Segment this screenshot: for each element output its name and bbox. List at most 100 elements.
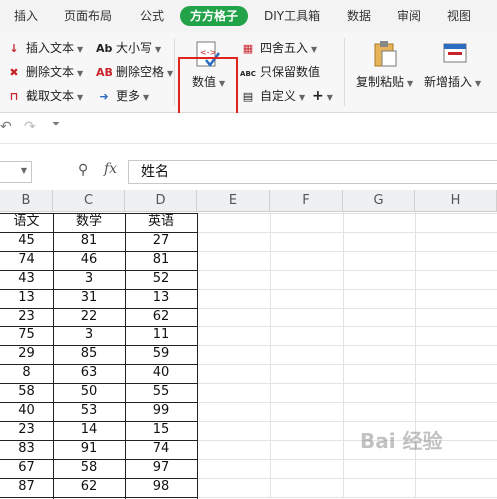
delete-space-button[interactable]: AB 删除空格 ▼: [96, 62, 173, 82]
copy-paste-button[interactable]: 复制粘贴 ▼: [352, 38, 414, 96]
delete-text-button[interactable]: ✖ 删除文本 ▼: [6, 62, 83, 82]
insert-text-icon: ↓: [9, 42, 19, 55]
new-insert-label-wrap: 新增插入 ▼: [424, 72, 481, 92]
copy-paste-label: 复制粘贴: [356, 75, 405, 89]
gridline: [197, 364, 497, 366]
menu-view[interactable]: 视图: [447, 6, 471, 26]
table-cell[interactable]: 23: [0, 308, 53, 326]
table-cell[interactable]: 74: [125, 440, 197, 458]
column-header-b[interactable]: B: [0, 190, 53, 212]
table-cell[interactable]: 55: [125, 383, 197, 401]
round-button[interactable]: ▦ 四舍五入 ▼: [240, 38, 317, 58]
chevron-down-icon: ▼: [77, 45, 84, 54]
table-cell[interactable]: 83: [0, 440, 53, 458]
custom-button[interactable]: ▤ 自定义 ▼: [240, 86, 305, 106]
customize-icon[interactable]: ⏷: [52, 119, 60, 130]
chevron-down-icon: ▼: [20, 166, 27, 175]
more-label: 更多: [116, 89, 141, 103]
table-cell[interactable]: 75: [0, 326, 53, 344]
table-cell[interactable]: 74: [0, 251, 53, 269]
table-cell[interactable]: 58: [0, 383, 53, 401]
table-cell[interactable]: 53: [53, 402, 125, 420]
chevron-down-icon: ▼: [167, 69, 174, 78]
more-button[interactable]: ➜ 更多 ▼: [96, 86, 149, 106]
column-header-h[interactable]: H: [415, 190, 497, 212]
table-cell[interactable]: 62: [125, 308, 197, 326]
column-header-f[interactable]: F: [270, 190, 343, 212]
table-header-cell[interactable]: 语文: [0, 213, 53, 231]
table-cell[interactable]: 43: [0, 270, 53, 288]
table-cell[interactable]: 22: [53, 308, 125, 326]
table-border: [197, 213, 198, 499]
name-box[interactable]: ▼: [0, 161, 32, 183]
table-cell[interactable]: 3: [53, 326, 125, 344]
table-cell[interactable]: 91: [53, 440, 125, 458]
new-insert-label: 新增插入: [424, 75, 473, 89]
table-cell[interactable]: 98: [125, 478, 197, 496]
insert-text-button[interactable]: ↓ 插入文本 ▼: [6, 38, 83, 58]
fx-label[interactable]: fx: [104, 161, 117, 177]
keep-numeric-icon: ABC: [240, 70, 256, 78]
table-cell[interactable]: 67: [0, 459, 53, 477]
table-cell[interactable]: 13: [0, 289, 53, 307]
table-cell[interactable]: 81: [125, 251, 197, 269]
keep-numeric-button[interactable]: ABC 只保留数值: [240, 62, 320, 82]
menu-review[interactable]: 审阅: [397, 6, 421, 26]
table-cell[interactable]: 58: [53, 459, 125, 477]
table-cell[interactable]: 59: [125, 345, 197, 363]
case-button[interactable]: Ab 大小写 ▼: [96, 38, 161, 58]
column-header-e[interactable]: E: [197, 190, 270, 212]
table-cell[interactable]: 31: [53, 289, 125, 307]
table-header-cell[interactable]: 英语: [125, 213, 197, 231]
menu-insert[interactable]: 插入: [14, 6, 38, 26]
extract-text-button[interactable]: ⊓ 截取文本 ▼: [6, 86, 84, 106]
table-cell[interactable]: 99: [125, 402, 197, 420]
menu-formula[interactable]: 公式: [140, 6, 164, 26]
redo-icon[interactable]: ↷: [24, 119, 36, 135]
column-header-g[interactable]: G: [343, 190, 415, 212]
delete-text-label: 删除文本: [26, 65, 75, 79]
chevron-down-icon: ▼: [143, 93, 150, 102]
table-cell[interactable]: 46: [53, 251, 125, 269]
table-cell[interactable]: 23: [0, 421, 53, 439]
menu-page-layout[interactable]: 页面布局: [64, 6, 112, 26]
table-cell[interactable]: 3: [53, 270, 125, 288]
table-cell[interactable]: 45: [0, 232, 53, 250]
gridline: [197, 383, 497, 385]
column-header-d[interactable]: D: [125, 190, 197, 212]
table-cell[interactable]: 40: [0, 402, 53, 420]
new-insert-button[interactable]: 新增插入 ▼: [422, 38, 490, 96]
table-cell[interactable]: 62: [53, 478, 125, 496]
zoom-icon[interactable]: ⚲: [78, 162, 88, 178]
table-cell[interactable]: 27: [125, 232, 197, 250]
menu-data[interactable]: 数据: [347, 6, 371, 26]
table-cell[interactable]: 11: [125, 326, 197, 344]
table-cell[interactable]: 81: [53, 232, 125, 250]
gridline: [197, 231, 497, 233]
table-cell[interactable]: 97: [125, 459, 197, 477]
menu-bar: 插入 页面布局 公式 方方格子 DIY工具箱 数据 审阅 视图: [0, 0, 497, 32]
table-cell[interactable]: 40: [125, 364, 197, 382]
table-cell[interactable]: 14: [53, 421, 125, 439]
column-header-c[interactable]: C: [53, 190, 125, 212]
table-cell[interactable]: 13: [125, 289, 197, 307]
table-cell[interactable]: 63: [53, 364, 125, 382]
table-header-cell[interactable]: 数学: [53, 213, 125, 231]
table-cell[interactable]: 50: [53, 383, 125, 401]
table-cell[interactable]: 87: [0, 478, 53, 496]
plus-button[interactable]: + ▼: [312, 86, 333, 106]
undo-icon[interactable]: ↶: [0, 119, 12, 135]
menu-diy-toolbox[interactable]: DIY工具箱: [264, 6, 320, 26]
arrow-right-icon: ➜: [99, 90, 109, 103]
table-cell[interactable]: 52: [125, 270, 197, 288]
table-cell[interactable]: 85: [53, 345, 125, 363]
chevron-down-icon: ▼: [77, 93, 84, 102]
formula-input[interactable]: 姓名: [128, 160, 497, 184]
table-cell[interactable]: 29: [0, 345, 53, 363]
menu-fangfang[interactable]: 方方格子: [180, 6, 249, 26]
table-cell[interactable]: 15: [125, 421, 197, 439]
gridline: [197, 439, 497, 441]
svg-text:<->: <->: [200, 48, 216, 57]
gridline: [415, 212, 416, 498]
table-cell[interactable]: 8: [0, 364, 53, 382]
